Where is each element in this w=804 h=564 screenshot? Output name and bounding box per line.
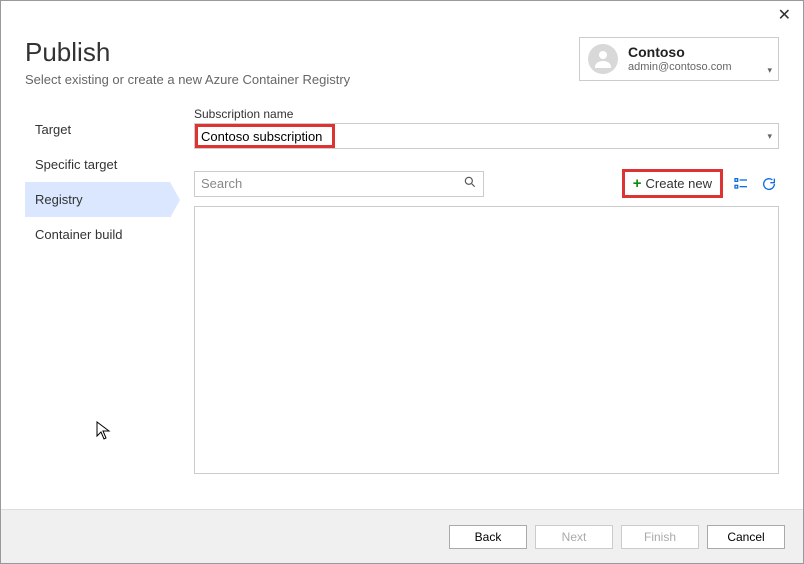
- close-button[interactable]: ✕: [772, 3, 797, 27]
- sidebar-item-container-build[interactable]: Container build: [25, 217, 170, 252]
- subscription-label: Subscription name: [194, 107, 779, 121]
- account-name: Contoso: [628, 45, 732, 60]
- sidebar-item-specific-target[interactable]: Specific target: [25, 147, 170, 182]
- cancel-button[interactable]: Cancel: [707, 525, 785, 549]
- create-new-label: Create new: [646, 176, 712, 191]
- refresh-icon[interactable]: [759, 174, 779, 194]
- search-placeholder: Search: [201, 176, 242, 191]
- plus-icon: +: [633, 175, 642, 192]
- chevron-down-icon: ▾: [767, 65, 772, 76]
- sidebar-item-target[interactable]: Target: [25, 112, 170, 147]
- search-icon: [463, 175, 477, 192]
- wizard-footer: Back Next Finish Cancel: [1, 509, 803, 563]
- chevron-down-icon: ▾: [767, 131, 772, 142]
- create-new-button[interactable]: + Create new: [622, 169, 723, 198]
- back-button[interactable]: Back: [449, 525, 527, 549]
- next-button: Next: [535, 525, 613, 549]
- account-email: admin@contoso.com: [628, 61, 732, 73]
- view-options-icon[interactable]: [731, 174, 751, 194]
- wizard-steps-sidebar: Target Specific target Registry Containe…: [25, 107, 170, 474]
- finish-button: Finish: [621, 525, 699, 549]
- registry-list[interactable]: [194, 206, 779, 474]
- account-picker[interactable]: Contoso admin@contoso.com ▾: [579, 37, 779, 81]
- avatar-icon: [588, 44, 618, 74]
- subscription-dropdown[interactable]: Contoso subscription ▾: [194, 123, 779, 149]
- search-input[interactable]: Search: [194, 171, 484, 197]
- page-subtitle: Select existing or create a new Azure Co…: [25, 72, 350, 87]
- subscription-value: Contoso subscription: [201, 129, 322, 144]
- sidebar-item-registry[interactable]: Registry: [25, 182, 170, 217]
- page-title: Publish: [25, 37, 350, 68]
